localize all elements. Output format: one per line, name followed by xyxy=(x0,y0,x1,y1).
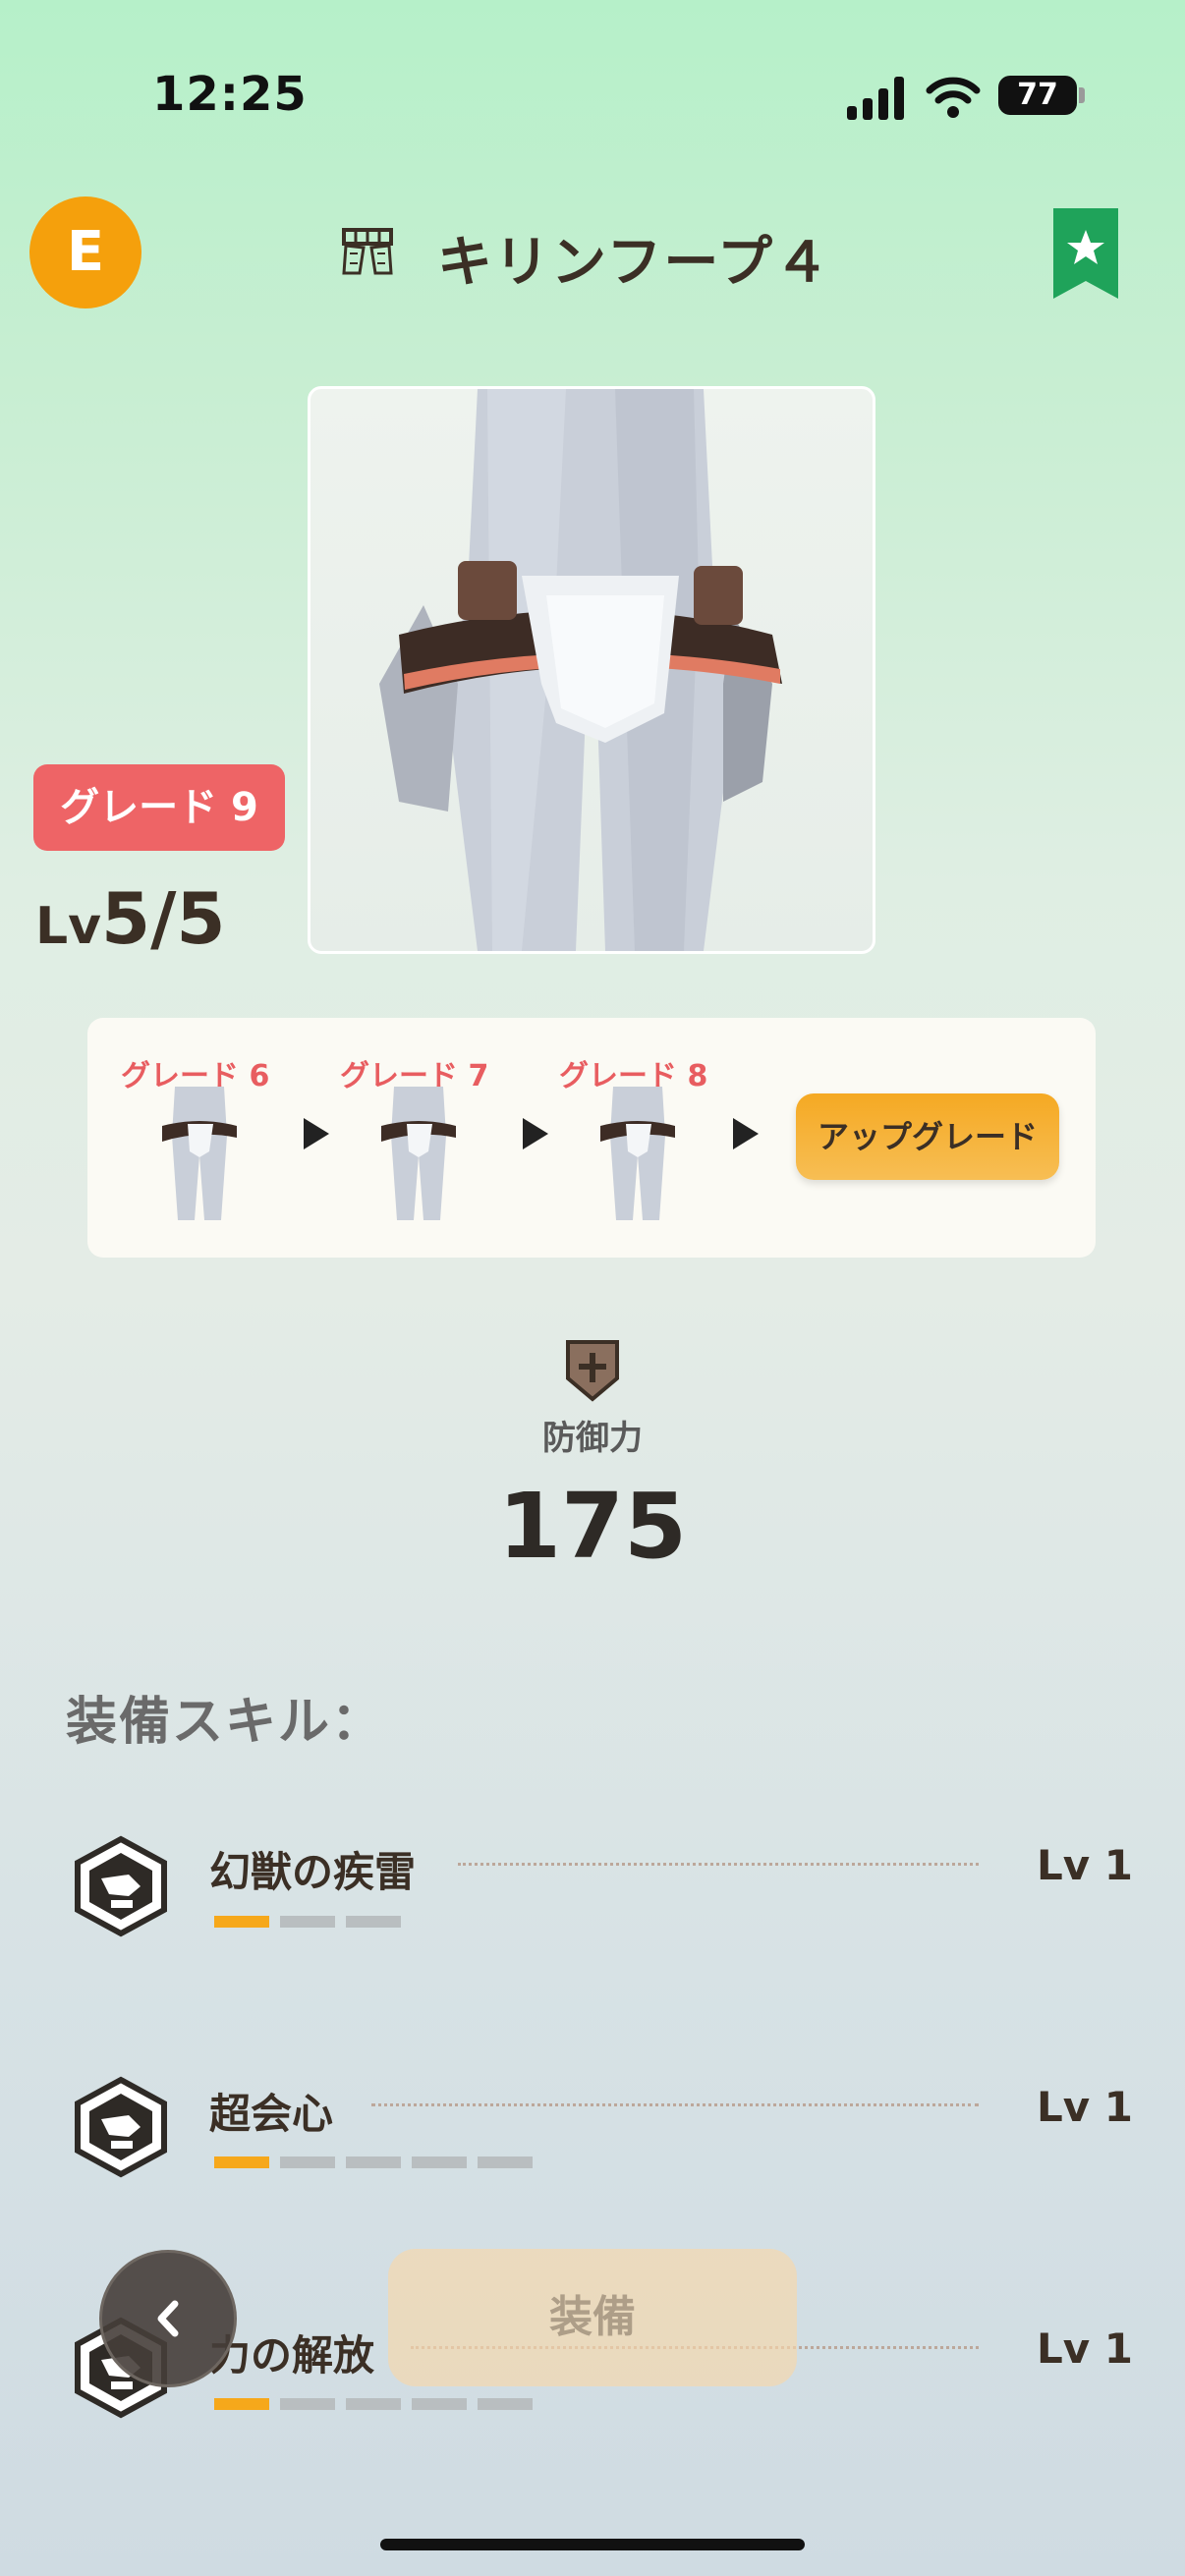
arrow-right-icon xyxy=(304,1118,329,1149)
waist-armor-icon xyxy=(342,228,393,275)
skill-name: 超会心 xyxy=(209,2090,334,2138)
skill-level: Lv 1 xyxy=(1037,2324,1133,2373)
upgrade-step-armor-image xyxy=(162,1087,237,1220)
skills-header: 装備スキル： xyxy=(66,1693,385,1752)
level-prefix: Lv xyxy=(35,897,102,956)
item-level: Lv5/5 xyxy=(35,877,226,960)
home-indicator[interactable] xyxy=(380,2539,805,2550)
star-bookmark-icon[interactable] xyxy=(1053,208,1118,299)
skill-level: Lv 1 xyxy=(1037,1841,1133,1889)
item-title: キリンフープ４ xyxy=(437,231,831,295)
grade-badge: グレード 9 xyxy=(33,764,285,851)
upgrade-step-armor-image xyxy=(600,1087,675,1220)
kirin-waist-armor-image xyxy=(379,389,782,951)
skill-level-bars xyxy=(214,1913,412,1928)
upgrade-button[interactable]: アップグレード xyxy=(796,1093,1059,1180)
cellular-signal-icon xyxy=(847,77,906,120)
back-button[interactable] xyxy=(99,2250,237,2387)
upgrade-path-panel: グレード 6 グレード 7 グレード 8 アップグレード xyxy=(87,1018,1096,1258)
status-time: 12:25 xyxy=(152,67,308,122)
skill-level: Lv 1 xyxy=(1037,2083,1133,2131)
skill-name: 幻獣の疾雷 xyxy=(209,1848,417,1896)
rank-badge[interactable]: E xyxy=(29,196,141,308)
defense-label: 防御力 xyxy=(542,1419,643,1458)
shield-cross-icon xyxy=(566,1340,619,1402)
defense-value: 175 xyxy=(497,1474,688,1579)
skill-level-bars xyxy=(214,2395,543,2410)
level-value: 5/5 xyxy=(101,877,226,960)
arrow-right-icon xyxy=(733,1118,759,1149)
skill-leader-line xyxy=(458,1863,979,1866)
skill-hexagon-icon xyxy=(75,2076,167,2178)
skill-level-bars xyxy=(214,2154,543,2168)
chevron-left-icon xyxy=(157,2300,179,2337)
skill-hexagon-icon xyxy=(75,1835,167,1937)
battery-indicator: 77 xyxy=(998,76,1085,115)
upgrade-step-armor-image xyxy=(381,1087,456,1220)
item-image xyxy=(308,386,875,954)
equip-button[interactable]: 装備 xyxy=(388,2249,797,2386)
wifi-icon xyxy=(926,77,981,118)
arrow-right-icon xyxy=(523,1118,548,1149)
skill-leader-line xyxy=(371,2103,979,2106)
